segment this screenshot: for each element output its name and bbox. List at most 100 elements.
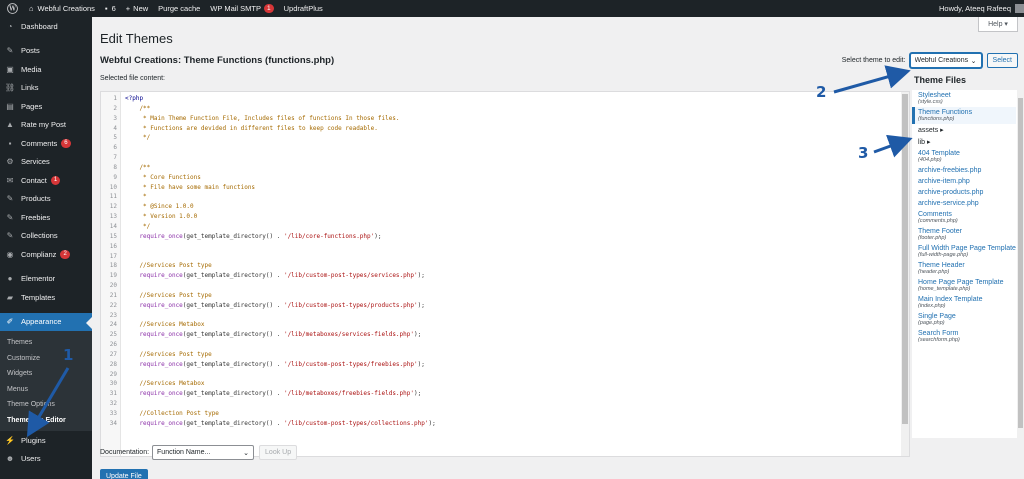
- sidebar-item-label: Templates: [21, 292, 56, 302]
- line-number: 26: [109, 341, 117, 349]
- account-menu[interactable]: Howdy, Ateeq Rafeeq: [934, 0, 1024, 17]
- comments-link[interactable]: ▪ 6: [100, 0, 121, 17]
- line-number: 15: [109, 232, 117, 240]
- theme-file-name: Full Width Page Page Template: [918, 245, 1016, 252]
- theme-file-filename: (searchform.php): [918, 337, 960, 343]
- code-line: 11 *: [101, 192, 901, 202]
- sidebar-item-products[interactable]: ✎ Products: [0, 190, 92, 209]
- code-token: * File have some main functions: [125, 183, 256, 191]
- sidebar-item-media[interactable]: ▣ Media: [0, 60, 92, 79]
- select-theme-button[interactable]: Select: [986, 53, 1018, 68]
- sidebar-item-users[interactable]: ☻ Users: [0, 450, 92, 469]
- line-number: 19: [109, 272, 117, 280]
- site-name-link[interactable]: ⌂ Webful Creations: [24, 0, 100, 17]
- line-number: 32: [109, 400, 117, 408]
- sidebar-item-collections[interactable]: ✎ Collections: [0, 227, 92, 246]
- line-number: 27: [109, 350, 117, 358]
- files-scrollbar-thumb[interactable]: [1018, 98, 1023, 428]
- sidebar-item-links[interactable]: ⛓ Links: [0, 79, 92, 98]
- theme-file-item[interactable]: archive-products.php: [912, 187, 1024, 198]
- theme-file-item[interactable]: archive-service.php: [912, 198, 1024, 209]
- update-file-button[interactable]: Update File: [100, 469, 148, 479]
- sidebar-item-freebies[interactable]: ✎ Freebies: [0, 208, 92, 227]
- sidebar-item-appearance[interactable]: ✐ Appearance: [0, 312, 92, 331]
- sidebar-item-rate-my-post[interactable]: ▲ Rate my Post: [0, 116, 92, 135]
- theme-folder-item[interactable]: assets ▸: [912, 124, 1024, 136]
- code-line: 31 require_once(get_template_directory()…: [101, 389, 901, 399]
- theme-file-item[interactable]: Comments (comments.php): [912, 209, 1024, 226]
- sidebar-item-complianz[interactable]: ◉ Complianz 2: [0, 245, 92, 264]
- updraftplus-link[interactable]: UpdraftPlus: [279, 0, 328, 17]
- line-number: 18: [109, 262, 117, 270]
- sidebar-item-comments[interactable]: ▪ Comments 6: [0, 134, 92, 153]
- submenu-item-widgets[interactable]: Widgets: [0, 366, 92, 382]
- new-content-link[interactable]: + New: [121, 0, 153, 17]
- wp-mail-smtp-badge: 1: [264, 4, 274, 13]
- theme-file-item[interactable]: Full Width Page Page Template (full-width…: [912, 243, 1024, 260]
- sidebar-item-label: Collections: [21, 231, 58, 241]
- sidebar-item-posts[interactable]: ✎ Posts: [0, 42, 92, 61]
- theme-file-item[interactable]: Theme Header (header.php): [912, 260, 1024, 277]
- sidebar-item-services[interactable]: ⚙ Services: [0, 153, 92, 172]
- code-text: * Functions are devided in different fil…: [117, 124, 378, 134]
- theme-file-item[interactable]: Single Page (page.php): [912, 311, 1024, 328]
- sidebar-item-dashboard[interactable]: ◔ Dashboard: [0, 17, 92, 36]
- submenu-item-theme-options[interactable]: Theme Options: [0, 397, 92, 413]
- code-token: );: [417, 301, 425, 309]
- line-number: 6: [113, 144, 117, 152]
- sidebar-item-plugins[interactable]: ⚡ Plugins: [0, 431, 92, 450]
- code-token: );: [414, 331, 422, 339]
- theme-file-item[interactable]: Stylesheet (style.css): [912, 90, 1024, 107]
- theme-file-item[interactable]: Theme Functions (functions.php): [912, 107, 1016, 124]
- theme-file-item[interactable]: Search Form (searchform.php): [912, 328, 1024, 345]
- sidebar-item-elementor[interactable]: ● Elementor: [0, 270, 92, 289]
- line-number: 5: [113, 134, 117, 142]
- editor-scrollbar[interactable]: [901, 92, 909, 456]
- code-token: (get_template_directory() .: [182, 272, 284, 280]
- line-number: 25: [109, 331, 117, 339]
- theme-file-item[interactable]: Theme Footer (footer.php): [912, 226, 1024, 243]
- submenu-item-menus[interactable]: Menus: [0, 382, 92, 398]
- theme-file-filename: (header.php): [918, 269, 950, 275]
- plugin-icon: ⚡: [5, 435, 15, 445]
- theme-file-item[interactable]: Home Page Page Template (home_template.ph…: [912, 277, 1024, 294]
- sidebar-item-label: Elementor: [21, 274, 56, 284]
- elementor-icon: ●: [7, 274, 13, 284]
- wordpress-logo-icon[interactable]: W: [0, 0, 24, 17]
- theme-file-name: archive-products.php: [918, 189, 984, 196]
- sidebar-item-pages[interactable]: ▤ Pages: [0, 97, 92, 116]
- sidebar-item-templates[interactable]: ▰ Templates: [0, 288, 92, 307]
- theme-files-panel: Theme Files Stylesheet (style.css) Theme F…: [912, 75, 1024, 438]
- editor-scrollbar-thumb[interactable]: [902, 94, 908, 424]
- purge-cache-link[interactable]: Purge cache: [153, 0, 205, 17]
- line-number: 20: [109, 282, 117, 290]
- theme-select-dropdown[interactable]: Webful Creations ⌄: [909, 53, 982, 68]
- wp-mail-smtp-link[interactable]: WP Mail SMTP 1: [205, 0, 278, 17]
- function-name-select[interactable]: Function Name... ⌄: [152, 445, 255, 460]
- sidebar-item-contact[interactable]: ✉ Contact 1: [0, 171, 92, 190]
- files-scrollbar[interactable]: [1017, 90, 1024, 438]
- theme-file-item[interactable]: Main Index Template (index.php): [912, 294, 1024, 311]
- theme-file-name: archive-freebies.php: [918, 167, 982, 174]
- code-token: '/lib/custom-post-types/collections.php': [283, 419, 429, 427]
- code-text: require_once(get_template_directory() . …: [117, 301, 425, 311]
- comment-icon: ▪: [8, 138, 12, 148]
- code-editor[interactable]: 1 <?php 2 /** 3 * Main Theme Function File,…: [100, 91, 910, 457]
- line-number: 16: [109, 242, 117, 250]
- code-line: 33 //Collection Post type: [101, 409, 901, 419]
- theme-file-item[interactable]: archive-freebies.php: [912, 165, 1024, 176]
- code-token: (get_template_directory() .: [182, 331, 284, 339]
- submenu-item-theme-file-editor[interactable]: Theme File Editor: [0, 413, 92, 429]
- look-up-button[interactable]: Look Up: [259, 445, 298, 460]
- theme-file-filename: (index.php): [918, 303, 946, 309]
- help-tab-button[interactable]: Help ▾: [978, 17, 1018, 32]
- code-text: //Services Metabox: [117, 379, 204, 389]
- submenu-item-customize[interactable]: Customize: [0, 351, 92, 367]
- mail-icon: ✉: [6, 175, 14, 185]
- theme-folder-item[interactable]: lib ▸: [912, 136, 1024, 148]
- submenu-item-themes[interactable]: Themes: [0, 335, 92, 351]
- theme-file-item[interactable]: archive-item.php: [912, 176, 1024, 187]
- theme-file-item[interactable]: 404 Template (404.php): [912, 148, 1024, 165]
